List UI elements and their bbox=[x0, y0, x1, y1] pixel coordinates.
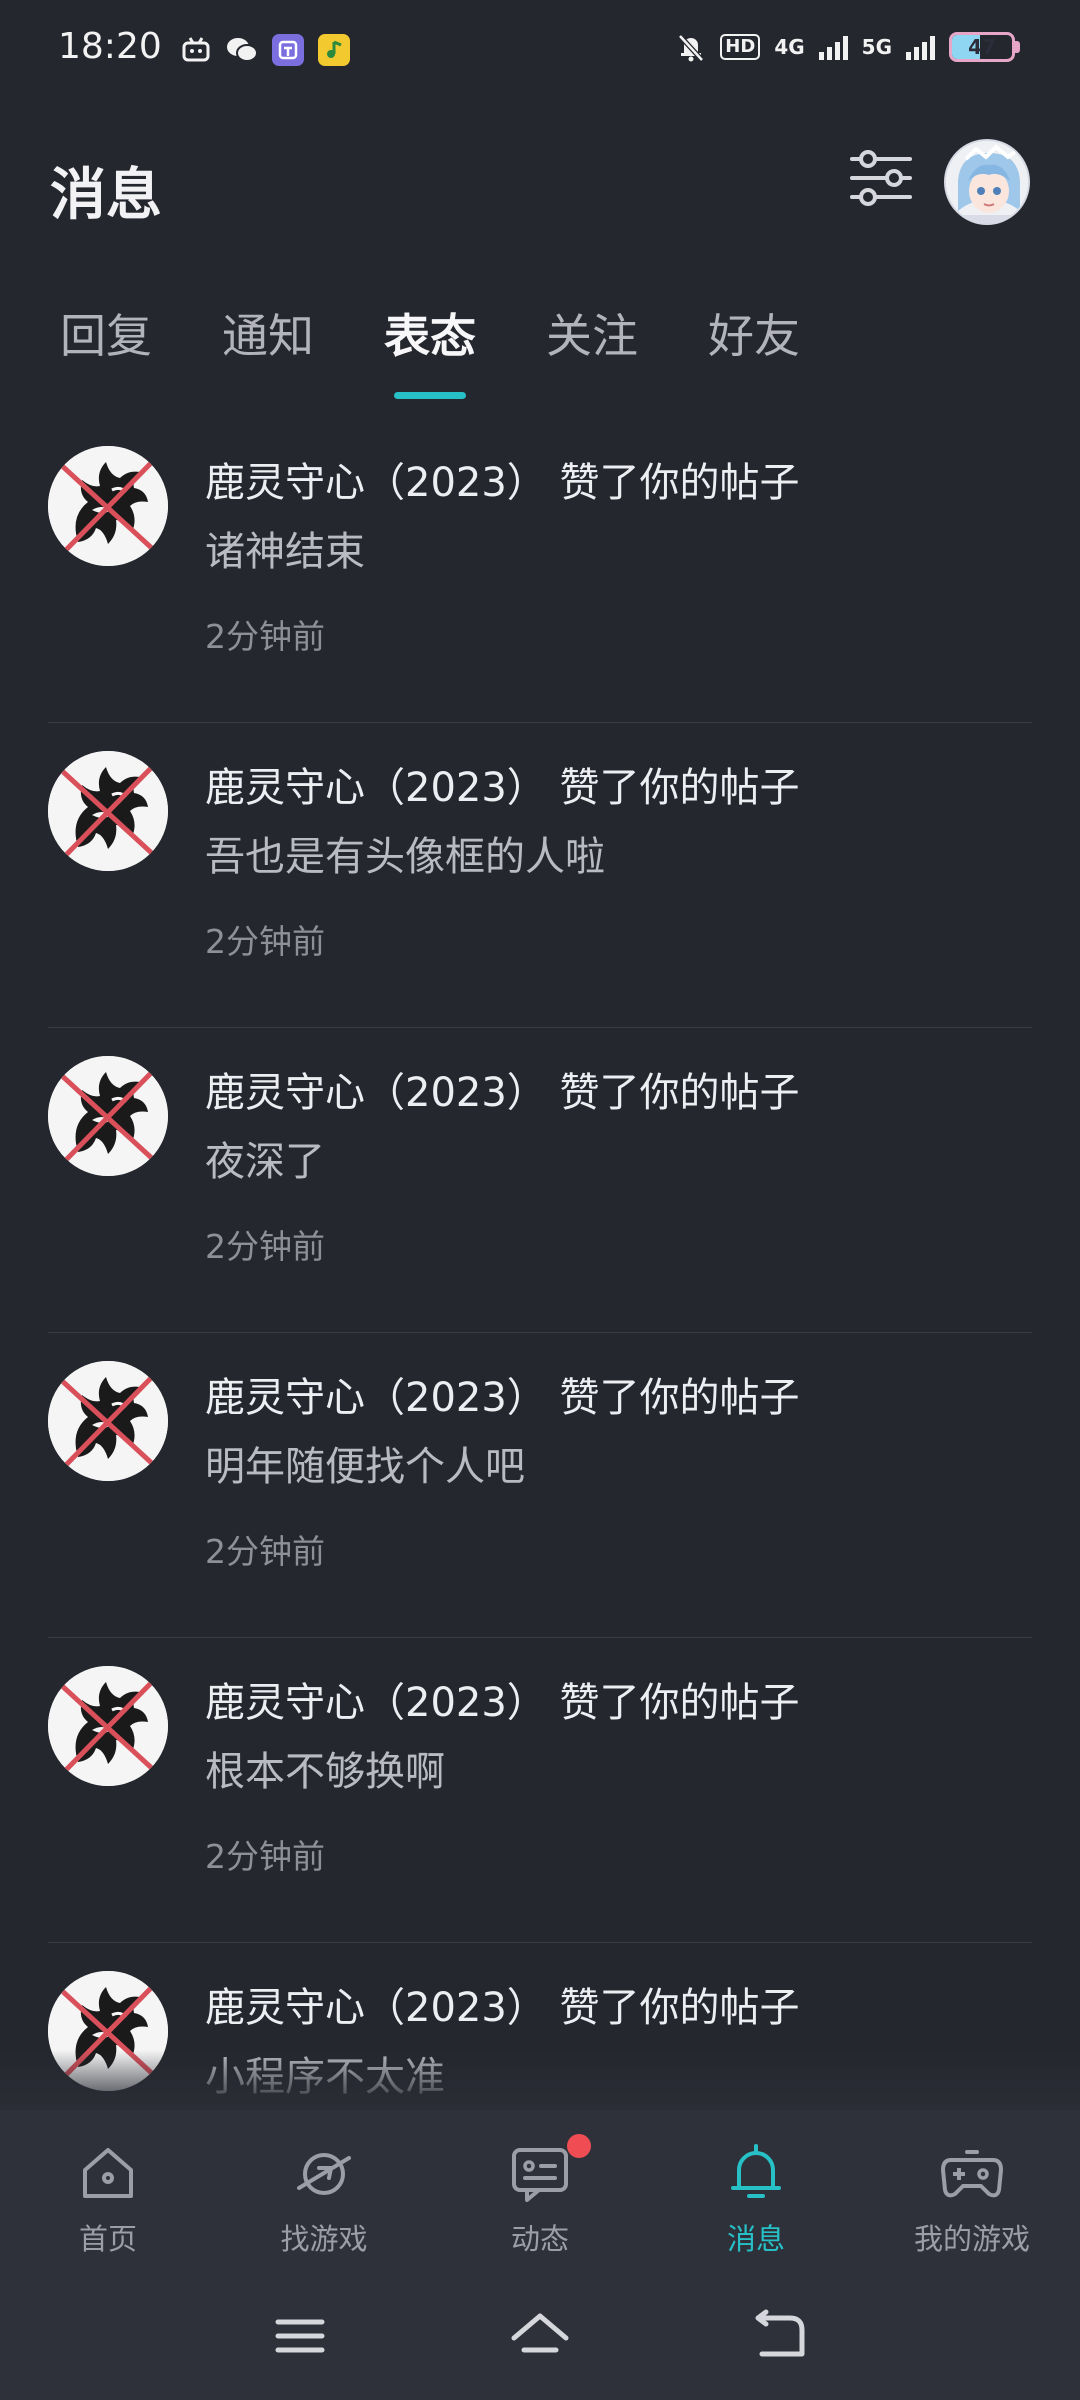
bell-muted-icon bbox=[678, 34, 705, 62]
bilibili-icon bbox=[180, 34, 212, 66]
back-icon[interactable] bbox=[750, 2306, 810, 2366]
notification-item[interactable]: 鹿灵守心（2023） 赞了你的帖子 根本不够换啊 2分钟前 bbox=[48, 1638, 1032, 1943]
qq-music-icon bbox=[318, 34, 350, 66]
gamepad-icon bbox=[941, 2150, 1003, 2198]
dragon-avatar-icon[interactable] bbox=[48, 1666, 168, 1786]
system-navigation-bar bbox=[0, 2270, 1080, 2400]
nav-label: 消息 bbox=[726, 2222, 785, 2256]
tab-label: 表态 bbox=[384, 309, 476, 363]
nav-label: 找游戏 bbox=[280, 2222, 368, 2256]
signal-4g-icon bbox=[818, 34, 848, 60]
tab-label: 通知 bbox=[222, 309, 314, 363]
wechat-icon bbox=[226, 34, 258, 66]
user-avatar[interactable] bbox=[944, 139, 1030, 225]
tab-label: 好友 bbox=[708, 309, 800, 363]
notification-text: 鹿灵守心（2023） 赞了你的帖子 bbox=[205, 1375, 800, 1421]
notification-time: 2分钟前 bbox=[205, 922, 325, 961]
notification-time: 2分钟前 bbox=[205, 1532, 325, 1571]
notification-text: 鹿灵守心（2023） 赞了你的帖子 bbox=[205, 1985, 800, 2031]
page-title: 消息 bbox=[50, 163, 162, 228]
notification-text: 鹿灵守心（2023） 赞了你的帖子 bbox=[205, 765, 800, 811]
notification-time: 2分钟前 bbox=[205, 1837, 325, 1876]
nav-item-home[interactable]: 首页 bbox=[0, 2110, 216, 2270]
post-title: 根本不够换啊 bbox=[205, 1749, 445, 1795]
status-bar: 18:20 HD 4G 5G 47 bbox=[0, 0, 1080, 100]
nav-item-find-games[interactable]: 找游戏 bbox=[216, 2110, 432, 2270]
notification-item[interactable]: 鹿灵守心（2023） 赞了你的帖子 夜深了 2分钟前 bbox=[48, 1028, 1032, 1333]
notification-item[interactable]: 鹿灵守心（2023） 赞了你的帖子 诸神结束 2分钟前 bbox=[48, 418, 1032, 723]
nav-label: 首页 bbox=[78, 2222, 137, 2256]
home-system-icon[interactable] bbox=[510, 2306, 570, 2366]
notification-list: 鹿灵守心（2023） 赞了你的帖子 诸神结束 2分钟前 鹿灵守心（2023） 赞了你的… bbox=[0, 418, 1080, 2110]
notification-icons bbox=[180, 34, 350, 66]
notification-text: 鹿灵守心（2023） 赞了你的帖子 bbox=[205, 460, 800, 506]
nav-label: 动态 bbox=[510, 2222, 569, 2256]
menu-icon[interactable] bbox=[270, 2306, 330, 2366]
notification-time: 2分钟前 bbox=[205, 1227, 325, 1266]
post-title: 明年随便找个人吧 bbox=[205, 1444, 525, 1490]
tab-following[interactable]: 关注 bbox=[546, 300, 638, 366]
post-title: 诸神结束 bbox=[205, 529, 365, 575]
message-tabs: 回复 通知 表态 关注 好友 bbox=[60, 300, 870, 399]
battery-indicator: 47 bbox=[949, 32, 1020, 62]
tab-label: 回复 bbox=[60, 309, 152, 363]
battery-level: 47 bbox=[968, 35, 996, 59]
tab-reactions[interactable]: 表态 bbox=[384, 300, 476, 399]
status-right: HD 4G 5G 47 bbox=[676, 32, 1020, 62]
filter-settings-button[interactable] bbox=[848, 145, 914, 211]
tab-replies[interactable]: 回复 bbox=[60, 300, 152, 366]
notification-item[interactable]: 鹿灵守心（2023） 赞了你的帖子 明年随便找个人吧 2分钟前 bbox=[48, 1333, 1032, 1638]
signal-5g-icon bbox=[906, 34, 935, 60]
dragon-avatar-icon[interactable] bbox=[48, 1361, 168, 1481]
notification-text: 鹿灵守心（2023） 赞了你的帖子 bbox=[205, 1070, 800, 1116]
unread-badge bbox=[567, 2134, 591, 2158]
anime-avatar-icon bbox=[946, 141, 1028, 223]
network-5g-label: 5G bbox=[861, 35, 892, 59]
bell-icon bbox=[731, 2144, 781, 2198]
tab-friends[interactable]: 好友 bbox=[708, 300, 800, 366]
dragon-avatar-icon[interactable] bbox=[48, 751, 168, 871]
status-time: 18:20 bbox=[58, 26, 162, 67]
home-icon bbox=[83, 2148, 133, 2198]
tab-label: 关注 bbox=[546, 309, 638, 363]
tab-notifications[interactable]: 通知 bbox=[222, 300, 314, 366]
post-title: 夜深了 bbox=[205, 1139, 325, 1185]
dragon-avatar-icon[interactable] bbox=[48, 1056, 168, 1176]
tieba-icon bbox=[272, 34, 304, 66]
active-tab-indicator bbox=[394, 392, 466, 399]
sliders-icon bbox=[850, 150, 912, 206]
nav-label: 我的游戏 bbox=[913, 2222, 1030, 2256]
network-4g-label: 4G bbox=[774, 35, 805, 59]
nav-item-feed[interactable]: 动态 bbox=[432, 2110, 648, 2270]
hd-voice-badge: HD bbox=[720, 34, 761, 60]
nav-item-my-games[interactable]: 我的游戏 bbox=[864, 2110, 1080, 2270]
notification-text: 鹿灵守心（2023） 赞了你的帖子 bbox=[205, 1680, 800, 1726]
dragon-avatar-icon[interactable] bbox=[48, 446, 168, 566]
chat-icon bbox=[512, 2148, 568, 2202]
post-title: 吾也是有头像框的人啦 bbox=[205, 834, 605, 880]
nav-item-messages[interactable]: 消息 bbox=[648, 2110, 864, 2270]
bottom-navigation: 首页 找游戏 动态 消息 我的游戏 bbox=[0, 2110, 1080, 2270]
list-fade bbox=[0, 2050, 1080, 2110]
planet-icon bbox=[297, 2153, 351, 2195]
notification-time: 2分钟前 bbox=[205, 617, 325, 656]
notification-item[interactable]: 鹿灵守心（2023） 赞了你的帖子 吾也是有头像框的人啦 2分钟前 bbox=[48, 723, 1032, 1028]
